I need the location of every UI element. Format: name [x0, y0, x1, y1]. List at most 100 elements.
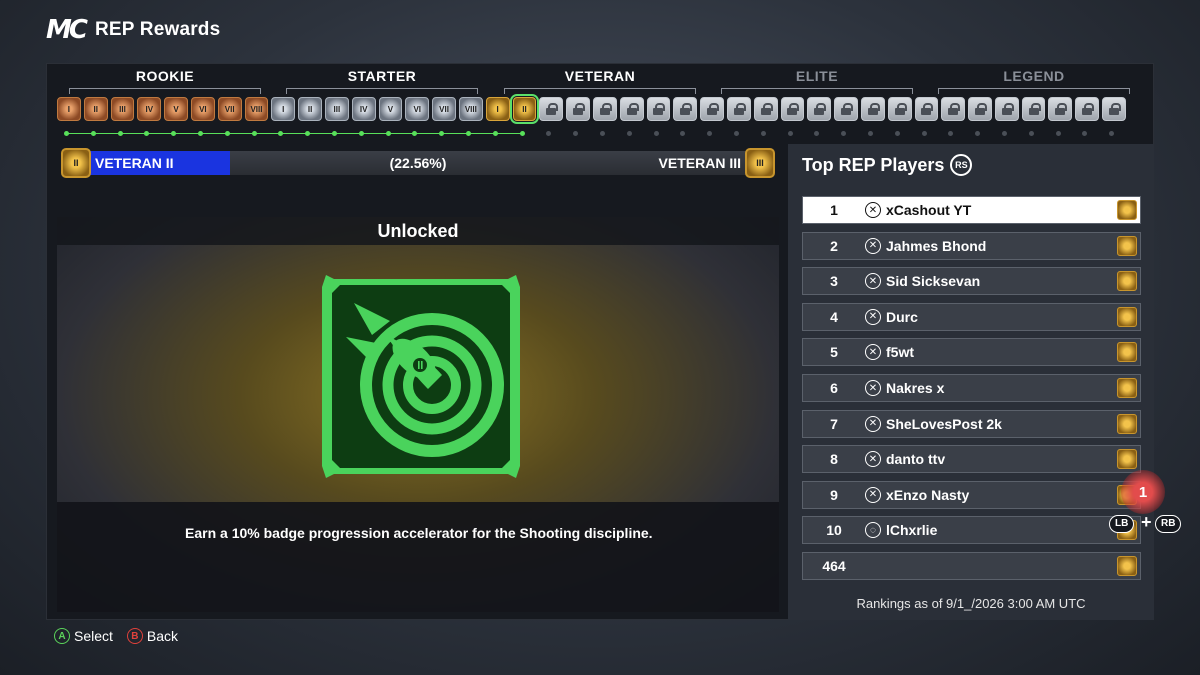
badge-level-label: VII [224, 104, 235, 114]
progress-dot [198, 131, 203, 136]
badge-starter-5[interactable]: V [378, 97, 403, 121]
badge-rookie-6[interactable]: VI [190, 97, 215, 121]
tier-label-legend: LEGEND [1003, 68, 1065, 84]
rb-button-icon[interactable]: RB [1155, 515, 1182, 533]
tier-label-starter: STARTER [347, 68, 417, 84]
badge-rookie-4[interactable]: IV [137, 97, 162, 121]
leaderboard-row[interactable]: 4 ✕ Durc [802, 302, 1141, 331]
player-name: xCashout YT [886, 202, 972, 218]
badge-level-label: II [307, 104, 313, 114]
lock-icon [1028, 103, 1041, 115]
rs-button-icon[interactable]: RS [950, 154, 973, 176]
lb-button-icon[interactable]: LB [1109, 515, 1135, 533]
jump-to-rank-button[interactable]: 1 [1121, 470, 1165, 514]
badge-elite-2[interactable] [726, 97, 751, 121]
rank-badge-icon [1117, 306, 1137, 327]
badge-rookie-5[interactable]: V [164, 97, 188, 121]
badge-veteran-1[interactable]: I [485, 97, 510, 121]
leaderboard-row[interactable]: 3 ✕ Sid Sicksevan [802, 267, 1141, 296]
badge-veteran-3[interactable] [539, 97, 564, 121]
lock-icon [573, 103, 586, 115]
badge-rookie-7[interactable]: VII [217, 97, 242, 121]
leaderboard-row[interactable]: 1 ✕ xCashout YT [802, 196, 1141, 224]
leaderboard-row[interactable]: 5 ✕ f5wt [802, 338, 1141, 367]
lock-icon [760, 103, 773, 115]
reward-header: Unlocked [57, 217, 779, 245]
xbox-icon: ✕ [865, 202, 881, 218]
page-title: REP Rewards [94, 19, 221, 40]
badge-elite-6[interactable] [834, 97, 858, 121]
progress-dot [224, 131, 230, 136]
xbox-icon: ✕ [865, 415, 881, 432]
badge-legend-7[interactable] [1075, 97, 1100, 121]
badge-elite-3[interactable] [753, 97, 778, 121]
badge-starter-6[interactable]: VI [405, 97, 430, 121]
reward-display: Unlocked Earn a 10% badge progression ac… [57, 217, 779, 612]
badge-rookie-1[interactable]: I [57, 97, 81, 121]
xbox-icon: ✕ [865, 486, 881, 503]
progress-dot [466, 131, 471, 136]
badge-elite-8[interactable] [887, 97, 912, 121]
badge-veteran-5[interactable] [592, 97, 617, 121]
badge-legend-2[interactable] [941, 97, 966, 121]
lock-icon [680, 103, 693, 115]
lock-icon [787, 103, 800, 115]
badge-rookie-3[interactable]: III [110, 97, 135, 121]
badge-legend-5[interactable] [1021, 97, 1046, 121]
rank-badge-icon [1117, 556, 1137, 576]
badge-legend-4[interactable] [994, 97, 1019, 121]
badge-legend-8[interactable] [1102, 97, 1126, 121]
leaderboard-row[interactable]: 7 ✕ SheLovesPost 2k [802, 409, 1141, 438]
progress-dot [760, 131, 766, 136]
player-rank: 4 [830, 308, 838, 325]
badge-row: I II III IV V VI VII VIII I II III IV V VI VII VIII I II [57, 94, 1126, 124]
leaderboard-row[interactable]: 8 ✕ danto ttv [802, 445, 1141, 474]
badge-veteran-7[interactable] [646, 97, 671, 121]
leaderboard-row[interactable]: 6 ✕ Nakres x [802, 374, 1141, 402]
footer-hints: A Select B Back [54, 628, 178, 644]
badge-starter-8[interactable]: VIII [458, 97, 483, 121]
badge-starter-1[interactable]: I [271, 97, 296, 121]
badge-legend-3[interactable] [968, 97, 992, 121]
leaderboard-row[interactable]: 2 ✕ Jahmes Bhond [802, 231, 1141, 260]
badge-elite-5[interactable] [807, 97, 832, 121]
badge-level-label: III [119, 104, 126, 114]
badge-starter-3[interactable]: III [324, 97, 349, 121]
badge-starter-2[interactable]: II [298, 97, 322, 121]
badge-veteran-8[interactable] [673, 97, 698, 121]
badge-rookie-2[interactable]: II [83, 97, 108, 121]
badge-rookie-8[interactable]: VIII [244, 97, 269, 121]
lock-icon [948, 103, 961, 115]
progress-dot [948, 131, 954, 136]
badge-legend-1[interactable] [914, 97, 939, 121]
badge-starter-7[interactable]: VII [432, 97, 456, 121]
progress-dot [653, 131, 659, 136]
badge-starter-4[interactable]: IV [351, 97, 376, 121]
progress-dot [251, 131, 257, 136]
badge-veteran-2[interactable]: II [509, 94, 540, 124]
badge-elite-7[interactable] [860, 97, 885, 121]
badge-veteran-4[interactable] [566, 97, 590, 121]
badge-elite-4[interactable] [780, 97, 805, 121]
back-hint[interactable]: B Back [126, 628, 178, 644]
progress-dot [600, 131, 605, 136]
progress-dot [680, 131, 686, 136]
badge-level-label: IV [359, 104, 368, 114]
leaderboard-row[interactable]: 464 [802, 552, 1141, 580]
leaderboard-row[interactable]: 10 ◌ lChxrlie [802, 516, 1141, 545]
badge-level-label: V [173, 104, 179, 114]
progress-dot [1109, 131, 1115, 136]
badge-elite-1[interactable] [700, 97, 724, 121]
badge-level-label: II [93, 104, 98, 114]
xbox-icon: ✕ [865, 344, 881, 361]
badge-veteran-6[interactable] [619, 97, 644, 121]
badge-legend-6[interactable] [1048, 97, 1073, 121]
xbox-icon: ✕ [865, 380, 881, 396]
leaderboard-row[interactable]: 9 ✕ xEnzo Nasty [802, 480, 1141, 509]
player-name: SheLovesPost 2k [886, 415, 1002, 432]
tier-label-rookie: ROOKIE [135, 68, 195, 84]
progress-dot [305, 131, 311, 136]
select-hint[interactable]: A Select [54, 628, 113, 644]
lock-icon [707, 103, 720, 115]
xbox-icon: ✕ [865, 273, 881, 290]
